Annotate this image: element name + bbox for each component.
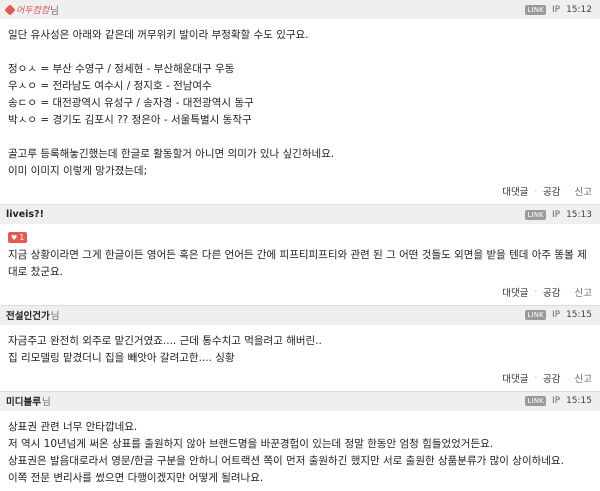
comment-line: 이미 이미지 이렇게 망가졌는데; [8, 165, 148, 177]
author-suffix: 님 [50, 5, 59, 17]
sympathy-button[interactable]: 공감 [543, 184, 560, 198]
comment-meta: LINK IP 15:15 [525, 306, 592, 325]
link-badge[interactable]: LINK [525, 209, 546, 220]
like-count-badge: ♥ 1 [8, 232, 28, 243]
author-name[interactable]: 미디블루 [6, 394, 41, 408]
comment-header: 미디블루 님 LINK IP 15:15 [0, 391, 600, 411]
comment-meta: LINK IP 15:15 [525, 392, 592, 411]
ip-label[interactable]: IP [552, 396, 560, 406]
comment-time: 15:15 [566, 396, 592, 406]
link-badge[interactable]: LINK [525, 310, 546, 320]
comment-line: 상표권 관련 너무 안타깝네요. [8, 420, 138, 433]
report-button[interactable]: 신고 [575, 371, 592, 385]
nickname-icon [4, 3, 16, 16]
report-button[interactable]: 신고 [575, 184, 592, 198]
report-button[interactable]: 신고 [575, 285, 592, 299]
link-badge[interactable]: LINK [525, 396, 546, 406]
separator-dot: · [534, 287, 538, 296]
separator-dot: · [534, 186, 538, 196]
comment-actions: 대댓글 · 공감 신고 [0, 184, 600, 204]
comment-line: 저 역시 10년넘게 써온 상표를 출원하지 않아 브랜드명을 바꾼경험이 있는… [8, 437, 494, 450]
comment-line: 대로 찼군요. [8, 265, 63, 278]
comment-line: 박ㅅㅇ = 경기도 김포시 ?? 정은아 - 서울특별시 동작구 [8, 114, 252, 126]
comment-thread: 어두컴컴 님 LINK IP 15:12 일단 유사성은 아래와 같은데 꺼무위… [0, 0, 600, 491]
ip-label[interactable]: IP [552, 310, 560, 320]
comment-line: 골고루 등록해놓긴했는데 한글로 활동할거 아니면 의미가 있나 싶긴하네요. [8, 148, 335, 160]
comment-line: 상표권은 발음대로라서 영문/한글 구분을 안하니 어트랙션 쪽이 먼저 출원하… [8, 454, 564, 467]
author-suffix: 님 [50, 311, 60, 322]
comment-line: 집 리모델링 맡겼더니 집을 빼앗아 갈려고한.... 싱황 [8, 351, 235, 364]
separator-dot: · [534, 373, 538, 382]
author-suffix: 님 [41, 397, 51, 408]
author-name[interactable]: liveis?! [6, 209, 44, 220]
comment-body: 지금 상황이라면 그게 한글이든 영어든 혹은 다른 언어든 간에 피프티피프티… [0, 244, 600, 285]
comment-line: 일단 유사성은 아래와 같은데 꺼무위키 발이라 부정확할 수도 있구요. [8, 29, 309, 41]
comment-line: 정ㅇㅅ = 부산 수영구 / 정세현 - 부산해운대구 우동 [8, 63, 235, 75]
comment-line: 자금주고 완전히 외주로 맡긴거였죠.... 근데 통수치고 먹을려고 해버린.… [8, 334, 322, 347]
ip-label[interactable]: IP [552, 210, 560, 220]
comment-actions: 대댓글 · 공감 신고 [0, 371, 600, 391]
comment-line: 지금 상황이라면 그게 한글이든 영어든 혹은 다른 언어든 간에 피프티피프티… [8, 248, 587, 261]
comment-meta: LINK IP 15:13 [525, 205, 592, 224]
comment-line: 우ㅅㅇ = 전라남도 여수시 / 정지호 - 전남여수 [8, 80, 212, 92]
comment-time: 15:15 [566, 310, 592, 320]
link-badge[interactable]: LINK [525, 4, 546, 15]
reply-button[interactable]: 대댓글 [502, 184, 528, 198]
author-name[interactable]: 전설인건가 [6, 308, 50, 322]
author-nickname-image[interactable]: 어두컴컴 [4, 3, 49, 16]
comment: liveis?! LINK IP 15:13 ♥ 1 지금 상황이라면 그게 한… [0, 205, 600, 306]
sympathy-button[interactable]: 공감 [543, 371, 560, 385]
comment-time: 15:12 [566, 4, 592, 15]
comment: 어두컴컴 님 LINK IP 15:12 일단 유사성은 아래와 같은데 꺼무위… [0, 0, 600, 205]
comment-body: 상표권 관련 너무 안타깝네요. 저 역시 10년넘게 써온 상표를 출원하지 … [0, 411, 600, 491]
comment-header: liveis?! LINK IP 15:13 [0, 205, 600, 224]
reply-button[interactable]: 대댓글 [502, 285, 528, 299]
comment-actions: 대댓글 · 공감 신고 [0, 285, 600, 305]
comment-line: 송ㄷㅇ = 대전광역시 유성구 / 송자경 - 대전광역시 동구 [8, 97, 254, 109]
like-count: 1 [19, 233, 25, 242]
comment-body: 자금주고 완전히 외주로 맡긴거였죠.... 근데 통수치고 먹을려고 해버린.… [0, 325, 600, 371]
ip-label[interactable]: IP [552, 5, 560, 15]
comment-meta: LINK IP 15:12 [525, 0, 592, 19]
reply-button[interactable]: 대댓글 [502, 371, 528, 385]
comment-time: 15:13 [566, 209, 592, 220]
comment: 전설인건가 님 LINK IP 15:15 자금주고 완전히 외주로 맡긴거였죠… [0, 305, 600, 392]
comment-line: 이쪽 전문 변리사를 썼으면 다행이겠지만 어떻게 될려나요. [8, 471, 264, 484]
comment-body: 일단 유사성은 아래와 같은데 꺼무위키 발이라 부정확할 수도 있구요. 정ㅇ… [0, 19, 600, 184]
comment-header: 전설인건가 님 LINK IP 15:15 [0, 305, 600, 325]
comment-header: 어두컴컴 님 LINK IP 15:12 [0, 0, 600, 19]
comment: 미디블루 님 LINK IP 15:15 상표권 관련 너무 안타깝네요. 저 … [0, 391, 600, 491]
heart-icon: ♥ [11, 233, 18, 242]
sympathy-button[interactable]: 공감 [543, 285, 560, 299]
